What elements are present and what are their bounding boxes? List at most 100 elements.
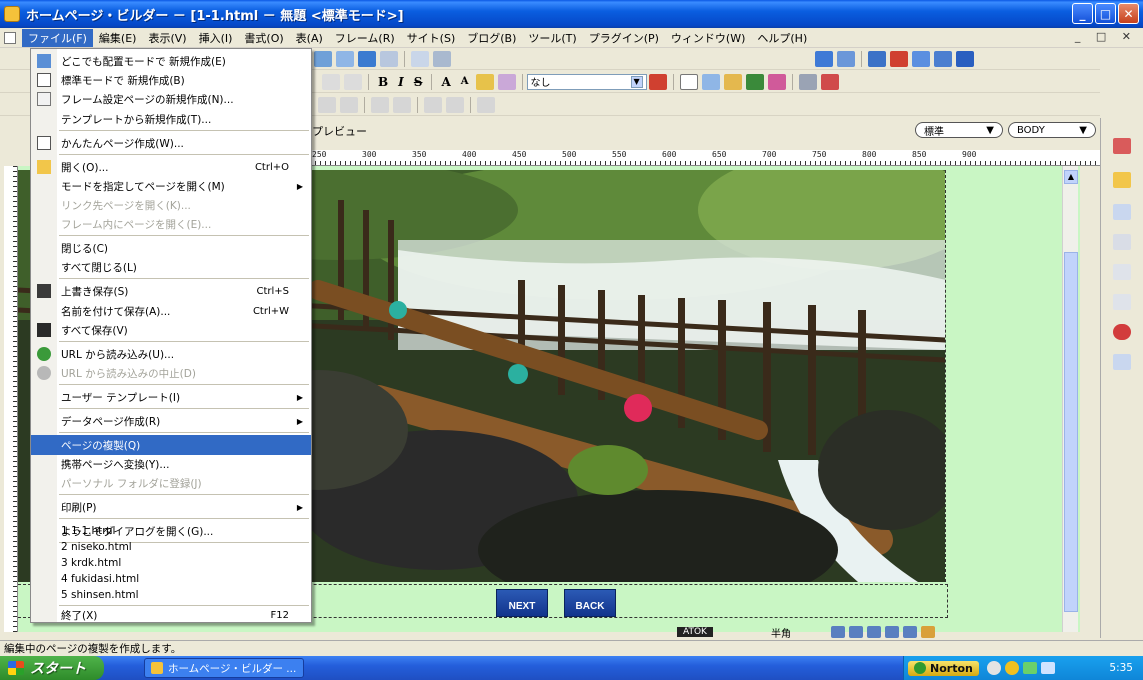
maximize-button[interactable]: □: [1095, 3, 1116, 24]
strikethrough-icon[interactable]: S: [414, 75, 423, 89]
menu-table[interactable]: 表(A): [290, 29, 329, 47]
text-color-icon[interactable]: [475, 73, 494, 90]
menu-file[interactable]: ファイル(F): [22, 28, 93, 47]
menu-item-new-freelayout[interactable]: どこでも配置モードで 新規作成(E): [31, 51, 311, 71]
ime-menu-icon[interactable]: [902, 626, 917, 638]
mode-select[interactable]: 標準 ▼: [915, 122, 1003, 138]
edit-image-icon[interactable]: [815, 50, 833, 67]
menu-window[interactable]: ウィンドウ(W): [665, 29, 751, 47]
image-icon[interactable]: [411, 50, 429, 67]
ime-mode[interactable]: 半角: [771, 625, 791, 640]
ime-pad-icon[interactable]: [866, 626, 881, 638]
menu-item-open[interactable]: 開く(O)... Ctrl+O: [31, 157, 311, 177]
link-view-icon[interactable]: [1113, 204, 1131, 220]
menu-item-load-url[interactable]: URL から読み込み(U)...: [31, 344, 311, 364]
highlight-icon[interactable]: [497, 73, 516, 90]
shield-icon[interactable]: [1004, 661, 1019, 675]
recent-file-2[interactable]: 2 niseko.html: [31, 539, 311, 555]
volume-icon[interactable]: [1040, 662, 1055, 674]
insert-file-icon[interactable]: [723, 73, 742, 90]
close-button[interactable]: ✕: [1118, 3, 1139, 24]
next-button[interactable]: NEXT: [496, 589, 548, 617]
merge-cells-icon[interactable]: [371, 96, 389, 113]
menu-site[interactable]: サイト(S): [401, 29, 462, 47]
menu-item-duplicate-page[interactable]: ページの複製(Q): [31, 435, 311, 455]
menu-frame[interactable]: フレーム(R): [329, 29, 401, 47]
list-icon[interactable]: [1113, 294, 1131, 310]
mdi-controls[interactable]: _ □ ✕: [1075, 30, 1137, 43]
ime-dictionary-icon[interactable]: [830, 626, 845, 638]
folder-icon[interactable]: [1113, 172, 1131, 188]
menu-item-exit[interactable]: 終了(X) F12: [31, 606, 311, 624]
transfer-icon[interactable]: [336, 50, 354, 67]
editor-scrollbar[interactable]: ▲: [1062, 166, 1078, 632]
cell-align-icon[interactable]: [424, 96, 442, 113]
layout-icon[interactable]: [956, 50, 974, 67]
network-icon[interactable]: [1022, 662, 1037, 674]
check-icon[interactable]: [1113, 264, 1131, 280]
menu-format[interactable]: 書式(O): [238, 29, 289, 47]
script-icon[interactable]: [890, 50, 908, 67]
menu-tools[interactable]: ツール(T): [522, 29, 582, 47]
menu-item-close[interactable]: 閉じる(C): [31, 238, 311, 258]
parts-icon[interactable]: [1113, 234, 1131, 250]
recent-file-1[interactable]: 1 1-1.html: [31, 523, 311, 539]
menu-item-print[interactable]: 印刷(P) ▶: [31, 497, 311, 517]
menu-item-easy-page[interactable]: かんたんページ作成(W)...: [31, 133, 311, 153]
minimize-button[interactable]: _: [1072, 3, 1093, 24]
menu-item-save-all[interactable]: すべて保存(V): [31, 320, 311, 340]
insert-object-icon[interactable]: [767, 73, 786, 90]
publish-icon[interactable]: [314, 50, 332, 67]
ime-name[interactable]: ATOK: [677, 627, 713, 637]
scrollbar-thumb[interactable]: [1064, 252, 1078, 612]
new-page-icon[interactable]: [679, 73, 698, 90]
start-button[interactable]: スタート: [0, 656, 104, 680]
style-select[interactable]: なし ▼: [526, 73, 647, 90]
menu-item-new-from-template[interactable]: テンプレートから新規作成(T)...: [31, 109, 311, 129]
menu-item-save-as[interactable]: 名前を付けて保存(A)... Ctrl+W: [31, 301, 311, 321]
insert-image-icon[interactable]: [701, 73, 720, 90]
back-button[interactable]: BACK: [564, 589, 616, 617]
menu-blog[interactable]: ブログ(B): [461, 29, 522, 47]
align-right-icon[interactable]: [344, 73, 362, 90]
menu-item-close-all[interactable]: すべて閉じる(L): [31, 257, 311, 277]
link-icon[interactable]: [358, 50, 376, 67]
attribute-icon[interactable]: [1113, 354, 1131, 370]
split-cells-icon[interactable]: [393, 96, 411, 113]
menu-view[interactable]: 表示(V): [142, 29, 192, 47]
insert-link-icon[interactable]: [745, 73, 764, 90]
form-icon[interactable]: [868, 50, 886, 67]
scroll-up-icon[interactable]: ▲: [1064, 170, 1078, 184]
anchor-icon[interactable]: [380, 50, 398, 67]
menu-item-new-frameset[interactable]: フレーム設定ページの新規作成(N)...: [31, 89, 311, 109]
table-row-icon[interactable]: [318, 96, 336, 113]
recent-file-4[interactable]: 4 fukidasi.html: [31, 571, 311, 587]
clipart-icon[interactable]: [433, 50, 451, 67]
menu-item-new-standard[interactable]: 標準モードで 新規作成(B): [31, 70, 311, 90]
menu-insert[interactable]: 挿入(I): [193, 29, 239, 47]
frame-icon[interactable]: [934, 50, 952, 67]
table-col-icon[interactable]: [340, 96, 358, 113]
webart-icon[interactable]: [837, 50, 855, 67]
bold-icon[interactable]: B: [378, 75, 388, 89]
menu-edit[interactable]: 編集(E): [93, 29, 143, 47]
menu-item-data-page[interactable]: データページ作成(R) ▶: [31, 411, 311, 431]
italic-icon[interactable]: I: [398, 75, 404, 89]
taskbar-app-button[interactable]: ホームページ・ビルダー ...: [144, 658, 304, 678]
recent-file-3[interactable]: 3 krdk.html: [31, 555, 311, 571]
menu-item-open-with-mode[interactable]: モードを指定してページを開く(M) ▶: [31, 176, 311, 196]
document-icon[interactable]: [4, 31, 16, 44]
menu-help[interactable]: ヘルプ(H): [751, 29, 813, 47]
eraser-icon[interactable]: [820, 73, 839, 90]
menu-item-save[interactable]: 上書き保存(S) Ctrl+S: [31, 281, 311, 301]
element-select[interactable]: BODY ▼: [1008, 122, 1096, 138]
font-size-down-icon[interactable]: A: [461, 76, 469, 87]
tag-icon[interactable]: [648, 73, 667, 90]
scissors-icon[interactable]: [798, 73, 817, 90]
menu-plugins[interactable]: プラグイン(P): [583, 29, 665, 47]
back-arrow-icon[interactable]: [986, 661, 1001, 675]
norton-button[interactable]: Norton: [908, 660, 979, 676]
help-icon[interactable]: [1113, 324, 1131, 340]
menu-item-user-template[interactable]: ユーザー テンプレート(I) ▶: [31, 387, 311, 407]
align-left-icon[interactable]: [322, 73, 340, 90]
